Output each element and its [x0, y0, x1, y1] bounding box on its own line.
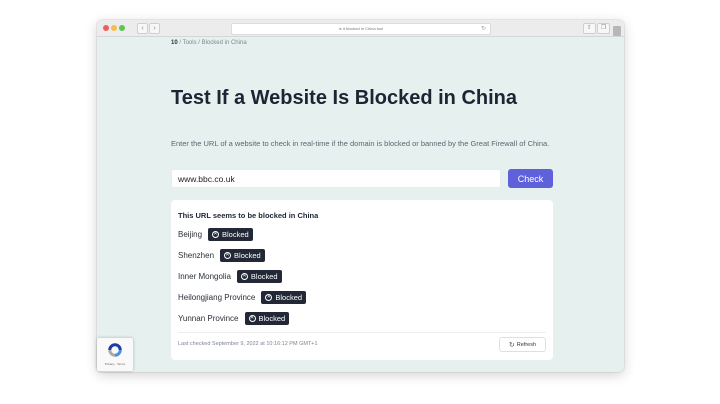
url-input[interactable]: [171, 169, 501, 188]
recaptcha-icon: [108, 343, 122, 357]
address-bar[interactable]: is it blocked in China tool ↻: [231, 23, 491, 35]
minimize-window-button[interactable]: [111, 25, 117, 31]
browser-window: ‹ › is it blocked in China tool ↻ ⇧ ❐ 10…: [97, 20, 624, 372]
region-name: Inner Mongolia: [178, 271, 231, 281]
x-circle-icon: ✕: [224, 251, 232, 259]
region-name: Heilongjiang Province: [178, 292, 256, 302]
region-row: Heilongjiang Province ✕ Blocked: [178, 290, 307, 304]
status-badge: ✕ Blocked: [261, 290, 307, 304]
chevron-left-icon[interactable]: ‹: [137, 23, 148, 34]
tabs-icon[interactable]: ❐: [597, 23, 610, 34]
x-circle-icon: ✕: [265, 293, 273, 301]
region-name: Yunnan Province: [178, 313, 239, 323]
refresh-icon: ↻: [508, 341, 515, 349]
address-text: is it blocked in China tool: [338, 26, 384, 31]
region-name: Shenzhen: [178, 250, 215, 260]
result-heading: This URL seems to be blocked in China: [178, 211, 319, 220]
region-name: Beijing: [178, 229, 203, 239]
page-description: Enter the URL of a website to check in r…: [171, 139, 550, 148]
recaptcha-badge[interactable]: Privacy - Terms: [97, 338, 133, 371]
reload-icon[interactable]: ↻: [481, 24, 486, 34]
last-checked-timestamp: Last checked September 9, 2022 at 10:16:…: [178, 341, 318, 347]
x-circle-icon: ✕: [240, 272, 248, 280]
result-card: This URL seems to be blocked in China Be…: [171, 200, 553, 360]
status-badge: ✕ Blocked: [244, 311, 290, 325]
status-label: Blocked: [234, 250, 261, 260]
zoom-window-button[interactable]: [119, 25, 125, 31]
refresh-label: Refresh: [516, 341, 537, 348]
breadcrumb-home[interactable]: 10: [171, 40, 178, 46]
status-label: Blocked: [250, 271, 278, 281]
chevron-right-icon[interactable]: ›: [149, 23, 160, 34]
browser-titlebar: ‹ › is it blocked in China tool ↻ ⇧ ❐: [97, 20, 624, 37]
page-title: Test If a Website Is Blocked in China: [171, 87, 518, 109]
status-badge: ✕ Blocked: [220, 248, 265, 262]
breadcrumb-tools[interactable]: Tools: [183, 40, 197, 46]
card-divider: [178, 332, 546, 333]
screenshot-stage: ‹ › is it blocked in China tool ↻ ⇧ ❐ 10…: [0, 0, 720, 404]
status-badge: ✕ Blocked: [236, 269, 282, 283]
refresh-button[interactable]: ↻ Refresh: [499, 337, 546, 352]
status-label: Blocked: [222, 229, 249, 239]
region-row: Inner Mongolia ✕ Blocked: [178, 269, 282, 283]
page-content: 10 / Tools / Blocked in China Test If a …: [97, 37, 624, 372]
region-row: Shenzhen ✕ Blocked: [178, 248, 265, 262]
breadcrumb: 10 / Tools / Blocked in China: [171, 40, 247, 46]
scrollbar-thumb[interactable]: [613, 26, 621, 36]
share-icon[interactable]: ⇧: [583, 23, 596, 34]
recaptcha-links[interactable]: Privacy - Terms: [97, 362, 133, 366]
x-circle-icon: ✕: [248, 314, 256, 322]
close-window-button[interactable]: [103, 25, 109, 31]
region-row: Beijing ✕ Blocked: [178, 227, 253, 241]
check-button[interactable]: Check: [508, 169, 553, 188]
status-label: Blocked: [258, 313, 286, 323]
status-label: Blocked: [275, 292, 303, 302]
status-badge: ✕ Blocked: [208, 227, 253, 241]
breadcrumb-current: Blocked in China: [201, 40, 247, 46]
region-row: Yunnan Province ✕ Blocked: [178, 311, 290, 325]
x-circle-icon: ✕: [212, 230, 220, 238]
